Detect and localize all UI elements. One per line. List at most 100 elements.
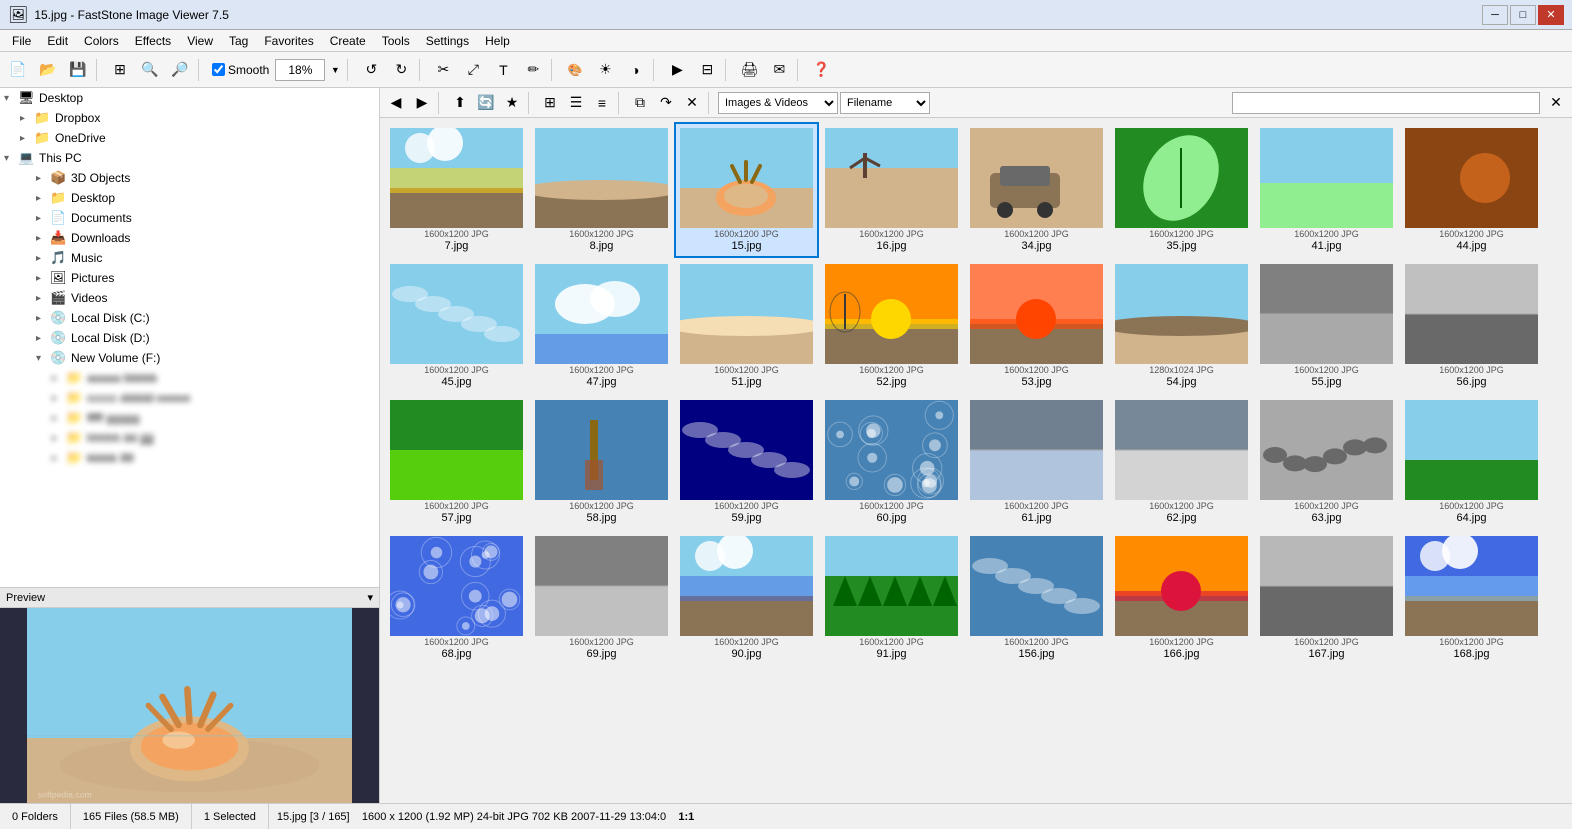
back-button[interactable]: ◀: [384, 91, 408, 115]
bookmark-button[interactable]: ★: [500, 91, 524, 115]
help-button[interactable]: ❓: [807, 56, 835, 84]
zoom-dropdown-button[interactable]: ▼: [327, 56, 343, 84]
thumbnail-cell[interactable]: 1600x1200 JPG61.jpg: [964, 394, 1109, 530]
details-view-button[interactable]: ≡: [590, 91, 614, 115]
tree-item[interactable]: ▸🖼Pictures: [0, 268, 379, 288]
thumbnail-cell[interactable]: 1600x1200 JPG166.jpg: [1109, 530, 1254, 666]
thumbnail-cell[interactable]: 1600x1200 JPG59.jpg: [674, 394, 819, 530]
tree-item[interactable]: ▸📄Documents: [0, 208, 379, 228]
tree-item-blurred[interactable]: ▸📁aaaaa bbbbb: [0, 368, 379, 388]
thumbnail-cell[interactable]: 1600x1200 JPG7.jpg: [384, 122, 529, 258]
crop-button[interactable]: ✂: [429, 56, 457, 84]
move-button[interactable]: ↷: [654, 91, 678, 115]
menu-item-create[interactable]: Create: [322, 32, 374, 50]
tree-item-blurred[interactable]: ▸📁hhhhh iiiii jjjjj: [0, 428, 379, 448]
resize-button[interactable]: ⤢: [459, 56, 487, 84]
tree-item[interactable]: ▸💿Local Disk (C:): [0, 308, 379, 328]
thumbnail-cell[interactable]: 1600x1200 JPG63.jpg: [1254, 394, 1399, 530]
forward-button[interactable]: ▶: [410, 91, 434, 115]
menu-item-edit[interactable]: Edit: [39, 32, 76, 50]
draw-button[interactable]: ✏: [519, 56, 547, 84]
color-button[interactable]: 🎨: [561, 56, 589, 84]
thumbnail-cell[interactable]: 1600x1200 JPG16.jpg: [819, 122, 964, 258]
thumb-button[interactable]: ⊞: [106, 56, 134, 84]
path-clear-button[interactable]: ✕: [1544, 91, 1568, 115]
delete-button[interactable]: ✕: [680, 91, 704, 115]
contrast-button[interactable]: ◑: [621, 56, 649, 84]
thumbnail-cell[interactable]: 1600x1200 JPG35.jpg: [1109, 122, 1254, 258]
thumbnail-container[interactable]: 1600x1200 JPG7.jpg1600x1200 JPG8.jpg1600…: [380, 118, 1572, 803]
thumbnail-cell[interactable]: 1600x1200 JPG156.jpg: [964, 530, 1109, 666]
thumbnail-cell[interactable]: 1600x1200 JPG55.jpg: [1254, 258, 1399, 394]
thumbnail-cell[interactable]: 1600x1200 JPG57.jpg: [384, 394, 529, 530]
thumbnail-cell[interactable]: 1600x1200 JPG60.jpg: [819, 394, 964, 530]
thumbnail-cell[interactable]: 1600x1200 JPG91.jpg: [819, 530, 964, 666]
thumbnail-cell[interactable]: 1600x1200 JPG41.jpg: [1254, 122, 1399, 258]
thumb-view-button[interactable]: ⊞: [538, 91, 562, 115]
tree-item[interactable]: ▾💿New Volume (F:): [0, 348, 379, 368]
tree-item[interactable]: ▾🖥Desktop: [0, 88, 379, 108]
slideshow-button[interactable]: ▶: [663, 56, 691, 84]
thumbnail-cell[interactable]: 1600x1200 JPG69.jpg: [529, 530, 674, 666]
menu-item-help[interactable]: Help: [477, 32, 518, 50]
tree-item[interactable]: ▸📦3D Objects: [0, 168, 379, 188]
minimize-button[interactable]: ─: [1482, 5, 1508, 25]
thumbnail-cell[interactable]: 1600x1200 JPG15.jpg: [674, 122, 819, 258]
thumbnail-cell[interactable]: 1600x1200 JPG168.jpg: [1399, 530, 1544, 666]
folder-tree[interactable]: ▾🖥Desktop▸📁Dropbox▸📁OneDrive▾💻This PC▸📦3…: [0, 88, 379, 588]
zoom-in-button[interactable]: 🔍: [136, 56, 164, 84]
zoom-out-button[interactable]: 🔎: [166, 56, 194, 84]
tree-item[interactable]: ▸📁Dropbox: [0, 108, 379, 128]
smooth-checkbox[interactable]: [212, 63, 225, 76]
thumbnail-cell[interactable]: 1600x1200 JPG45.jpg: [384, 258, 529, 394]
thumbnail-cell[interactable]: 1280x1024 JPG54.jpg: [1109, 258, 1254, 394]
menu-item-settings[interactable]: Settings: [418, 32, 477, 50]
thumbnail-cell[interactable]: 1600x1200 JPG62.jpg: [1109, 394, 1254, 530]
menu-item-tools[interactable]: Tools: [374, 32, 418, 50]
thumbnail-cell[interactable]: 1600x1200 JPG53.jpg: [964, 258, 1109, 394]
smooth-label[interactable]: Smooth: [208, 61, 273, 79]
close-button[interactable]: ✕: [1538, 5, 1564, 25]
save-button[interactable]: 💾: [64, 56, 92, 84]
refresh-button[interactable]: 🔄: [474, 91, 498, 115]
thumbnail-cell[interactable]: 1600x1200 JPG34.jpg: [964, 122, 1109, 258]
tree-item-blurred[interactable]: ▸📁kkkkk lllll: [0, 448, 379, 468]
path-input[interactable]: [1232, 92, 1540, 114]
thumbnail-cell[interactable]: 1600x1200 JPG8.jpg: [529, 122, 674, 258]
list-view-button[interactable]: ☰: [564, 91, 588, 115]
menu-item-effects[interactable]: Effects: [127, 32, 179, 50]
thumbnail-cell[interactable]: 1600x1200 JPG58.jpg: [529, 394, 674, 530]
menu-item-colors[interactable]: Colors: [76, 32, 127, 50]
sort-select[interactable]: FilenameDateSizeType: [840, 92, 930, 114]
maximize-button[interactable]: □: [1510, 5, 1536, 25]
tree-item[interactable]: ▸🎬Videos: [0, 288, 379, 308]
thumbnail-cell[interactable]: 1600x1200 JPG56.jpg: [1399, 258, 1544, 394]
rotate-left-button[interactable]: ↺: [357, 56, 385, 84]
tree-item[interactable]: ▸📁Desktop: [0, 188, 379, 208]
open-button[interactable]: 📂: [34, 56, 62, 84]
menu-item-view[interactable]: View: [179, 32, 221, 50]
thumbnail-cell[interactable]: 1600x1200 JPG52.jpg: [819, 258, 964, 394]
copy-button[interactable]: ⧉: [628, 91, 652, 115]
new-button[interactable]: 📄: [4, 56, 32, 84]
tree-item[interactable]: ▸📥Downloads: [0, 228, 379, 248]
menu-item-file[interactable]: File: [4, 32, 39, 50]
zoom-input[interactable]: 18%: [275, 59, 325, 81]
tree-item[interactable]: ▸🎵Music: [0, 248, 379, 268]
brightness-button[interactable]: ☀: [591, 56, 619, 84]
preview-arrow[interactable]: ▾: [367, 591, 373, 604]
tree-item-blurred[interactable]: ▸📁fffff ggggg: [0, 408, 379, 428]
print-button[interactable]: 🖨: [735, 56, 763, 84]
menu-item-favorites[interactable]: Favorites: [256, 32, 321, 50]
filter-select[interactable]: Images & VideosAll FilesImages OnlyVideo…: [718, 92, 838, 114]
thumbnail-cell[interactable]: 1600x1200 JPG68.jpg: [384, 530, 529, 666]
compare-button[interactable]: ⊟: [693, 56, 721, 84]
thumbnail-cell[interactable]: 1600x1200 JPG44.jpg: [1399, 122, 1544, 258]
email-button[interactable]: ✉: [765, 56, 793, 84]
tree-item[interactable]: ▸📁OneDrive: [0, 128, 379, 148]
thumbnail-cell[interactable]: 1600x1200 JPG64.jpg: [1399, 394, 1544, 530]
tree-item[interactable]: ▾💻This PC: [0, 148, 379, 168]
thumbnail-cell[interactable]: 1600x1200 JPG167.jpg: [1254, 530, 1399, 666]
menu-item-tag[interactable]: Tag: [221, 32, 256, 50]
tree-item-blurred[interactable]: ▸📁ccccc ddddd eeeee: [0, 388, 379, 408]
